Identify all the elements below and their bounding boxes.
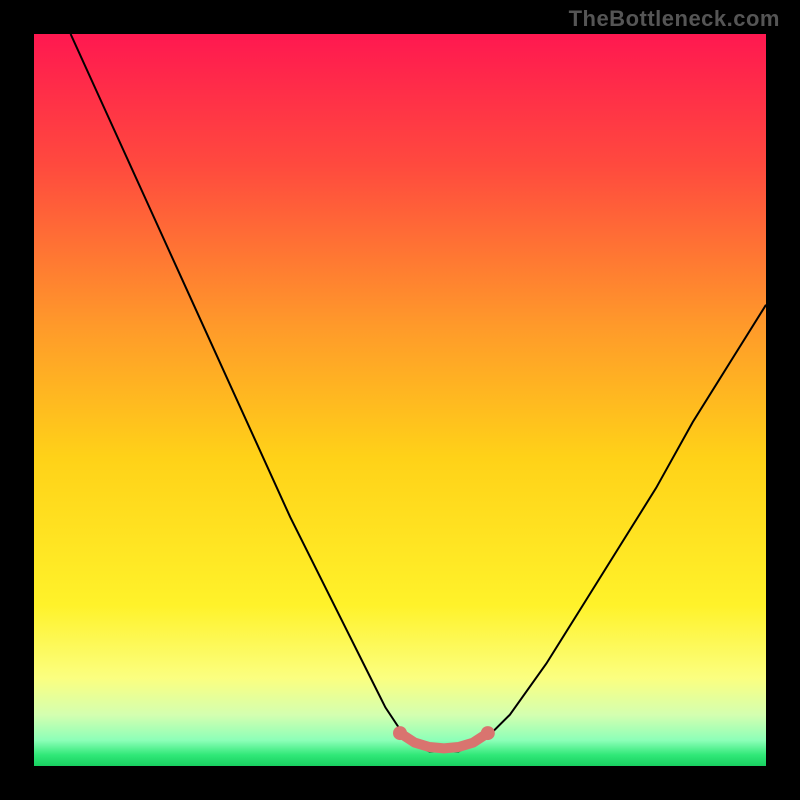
marker-dot: [393, 726, 407, 740]
gradient-background: [34, 34, 766, 766]
marker-dot: [481, 726, 495, 740]
watermark-text: TheBottleneck.com: [569, 6, 780, 32]
plot-area: [34, 34, 766, 766]
chart-frame: TheBottleneck.com: [0, 0, 800, 800]
chart-svg: [34, 34, 766, 766]
